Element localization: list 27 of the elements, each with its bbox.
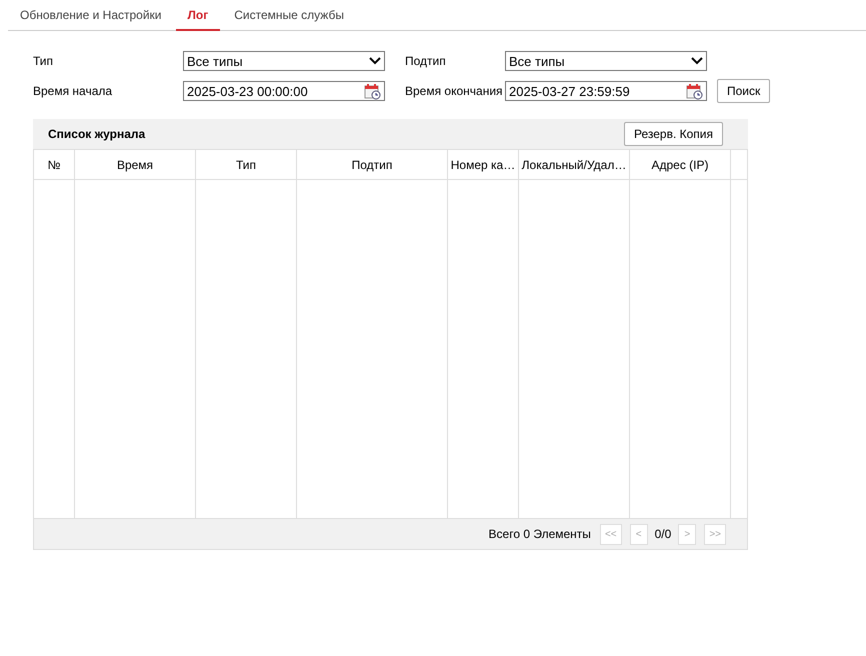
type-dropdown[interactable]: Все типы (183, 51, 385, 71)
search-button[interactable]: Поиск (717, 79, 770, 103)
field-label: Время начала (33, 84, 114, 98)
backup-button[interactable]: Резерв. Копия (624, 122, 723, 146)
column-header: Тип (196, 150, 297, 179)
column-header: Время (75, 150, 196, 179)
tab[interactable]: Лог (176, 0, 220, 31)
tab[interactable]: Обновление и Настройки (8, 0, 174, 31)
calendar-icon[interactable] (364, 82, 381, 100)
column-header: Локальный/Удал… (519, 150, 630, 179)
field-label: Подтип (405, 54, 447, 68)
field-label: Тип (33, 54, 54, 68)
calendar-icon[interactable] (686, 82, 703, 100)
field-label: Время окончания (405, 84, 504, 98)
column-header: № (34, 150, 75, 179)
subtype-dropdown[interactable]: Все типы (505, 51, 707, 71)
end-time-field[interactable]: 2025-03-27 23:59:59 (505, 81, 707, 101)
column-header: Подтип (297, 150, 448, 179)
tab[interactable]: Системные службы (222, 0, 356, 31)
column-header: Номер ка… (448, 150, 519, 179)
total-count: Всего 0 Элементы (488, 527, 591, 541)
page-indicator: 0/0 (654, 527, 672, 541)
panel-title: Список журнала (48, 127, 146, 141)
start-time-field[interactable]: 2025-03-23 00:00:00 (183, 81, 385, 101)
chevron-down-icon (369, 57, 381, 65)
column-header: Адрес (IP) (630, 150, 731, 179)
chevron-down-icon (691, 57, 703, 65)
